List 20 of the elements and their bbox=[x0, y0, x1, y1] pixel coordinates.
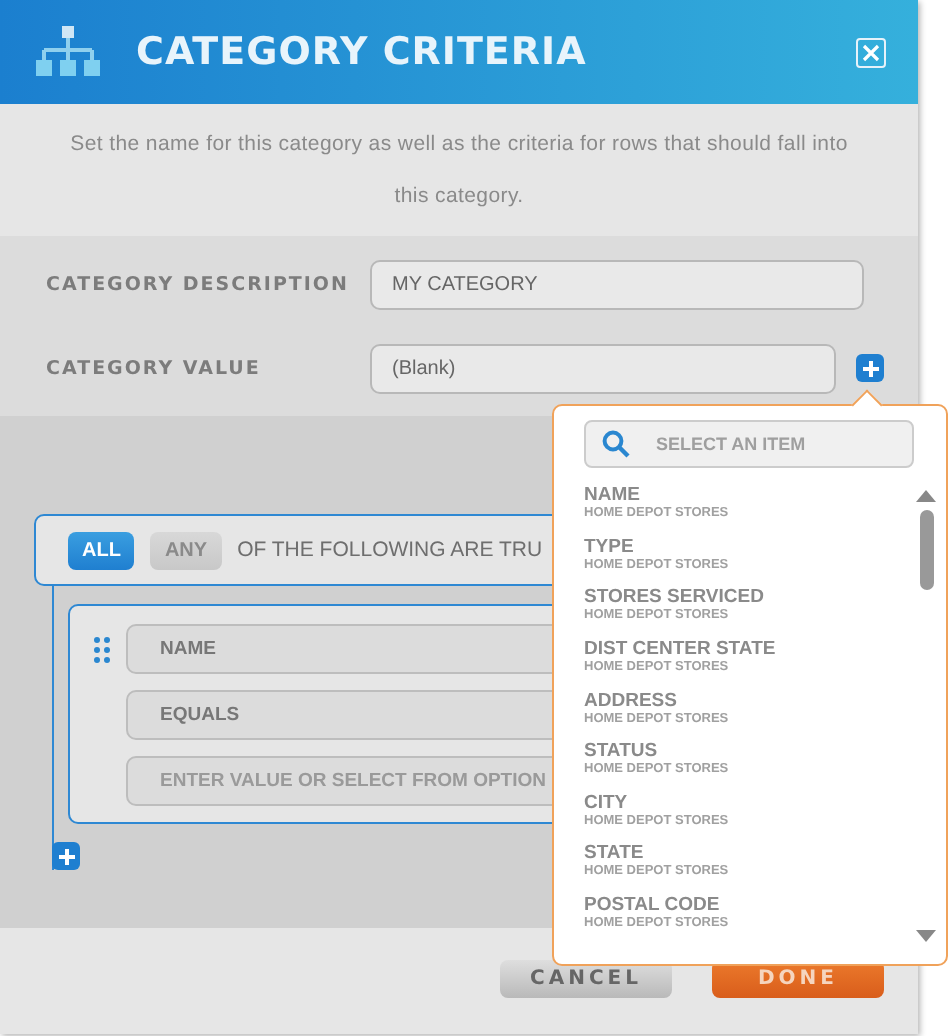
scroll-down-icon[interactable] bbox=[916, 930, 936, 942]
search-field[interactable]: SELECT AN ITEM bbox=[584, 420, 914, 468]
category-description-field[interactable]: MY CATEGORY bbox=[370, 259, 864, 309]
mode-toggle[interactable]: ALL bbox=[68, 531, 135, 569]
field-label: CATEGORY DESCRIPTION bbox=[46, 273, 351, 295]
close-button[interactable] bbox=[856, 37, 886, 67]
search-icon bbox=[602, 430, 630, 458]
dialog-description: Set the name for this category as well as the criteria for rows that should fall into this category. bbox=[68, 130, 850, 212]
scrollbar-thumb[interactable] bbox=[919, 510, 933, 590]
close-icon bbox=[862, 43, 880, 61]
scroll-up-icon[interactable] bbox=[916, 490, 936, 502]
add-button[interactable] bbox=[856, 354, 884, 382]
drag-handle-icon[interactable] bbox=[94, 636, 110, 664]
category-value-field[interactable]: (Blank) bbox=[370, 343, 836, 393]
mode-toggle[interactable]: ANY bbox=[150, 531, 222, 569]
dialog-title: CATEGORY CRITERIA bbox=[136, 30, 589, 74]
match-text: OF THE FOLLOWING ARE TRU bbox=[237, 538, 543, 562]
hierarchy-icon bbox=[32, 26, 104, 78]
add-condition-button[interactable] bbox=[52, 842, 80, 870]
field-label: CATEGORY VALUE bbox=[46, 357, 263, 379]
